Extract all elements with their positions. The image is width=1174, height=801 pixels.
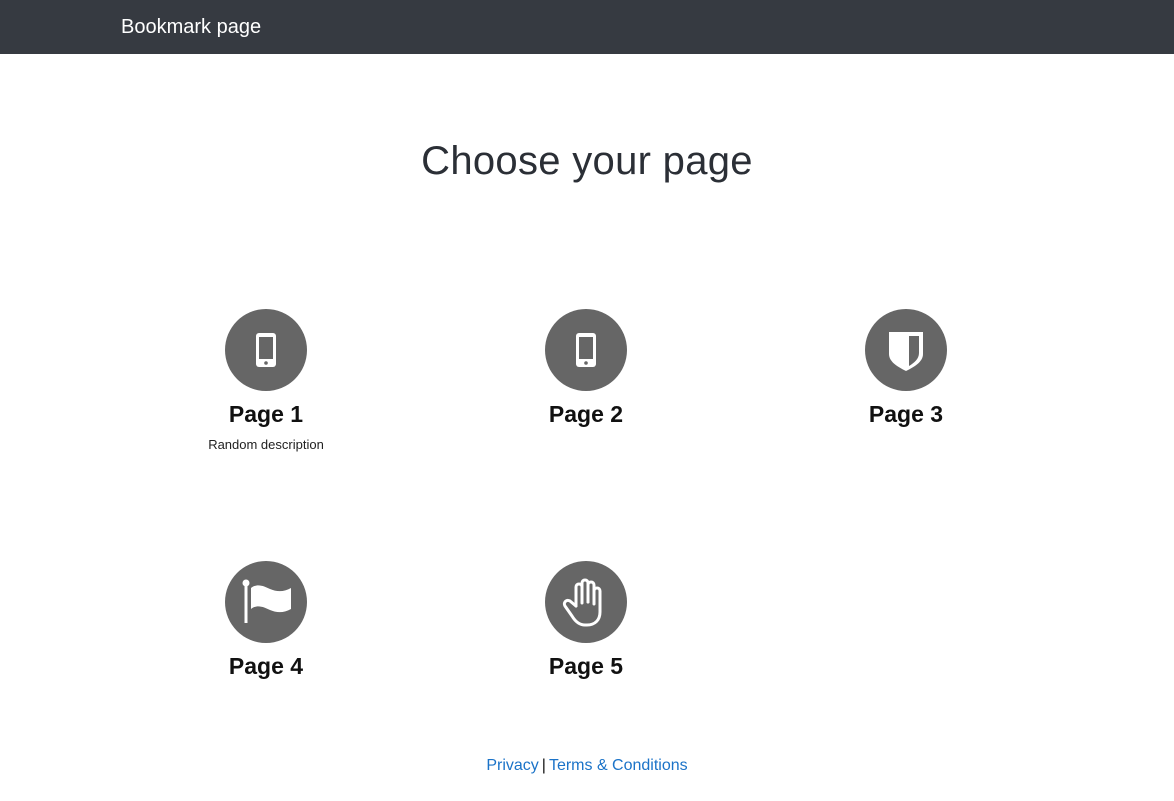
footer-separator: | <box>541 757 546 774</box>
footer: Privacy | Terms & Conditions <box>0 755 1174 777</box>
mobile-phone-icon <box>545 309 627 391</box>
page-title: Choose your page <box>421 139 753 183</box>
mobile-phone-icon <box>225 309 307 391</box>
page-tile-description: Random description <box>208 437 324 452</box>
page-tile-title: Page 1 <box>228 401 304 427</box>
page-tile-title: Page 3 <box>868 401 944 427</box>
page-tile-title: Page 5 <box>548 653 624 679</box>
page-tile-2[interactable]: Page 2 <box>466 309 706 429</box>
page-tile-4[interactable]: Page 4 <box>146 561 386 681</box>
flag-icon <box>225 561 307 643</box>
page-tile-title: Page 2 <box>548 401 624 427</box>
brand-link[interactable]: Bookmark page <box>121 14 261 40</box>
page-tile-1[interactable]: Page 1 Random description <box>146 309 386 454</box>
shield-icon <box>865 309 947 391</box>
privacy-link[interactable]: Privacy <box>486 757 538 774</box>
page-tile-5[interactable]: Page 5 <box>466 561 706 681</box>
page-tile-3[interactable]: Page 3 <box>786 309 1026 429</box>
hand-icon <box>545 561 627 643</box>
terms-link[interactable]: Terms & Conditions <box>549 757 688 774</box>
page-tile-title: Page 4 <box>228 653 304 679</box>
top-navbar: Bookmark page <box>0 0 1174 54</box>
